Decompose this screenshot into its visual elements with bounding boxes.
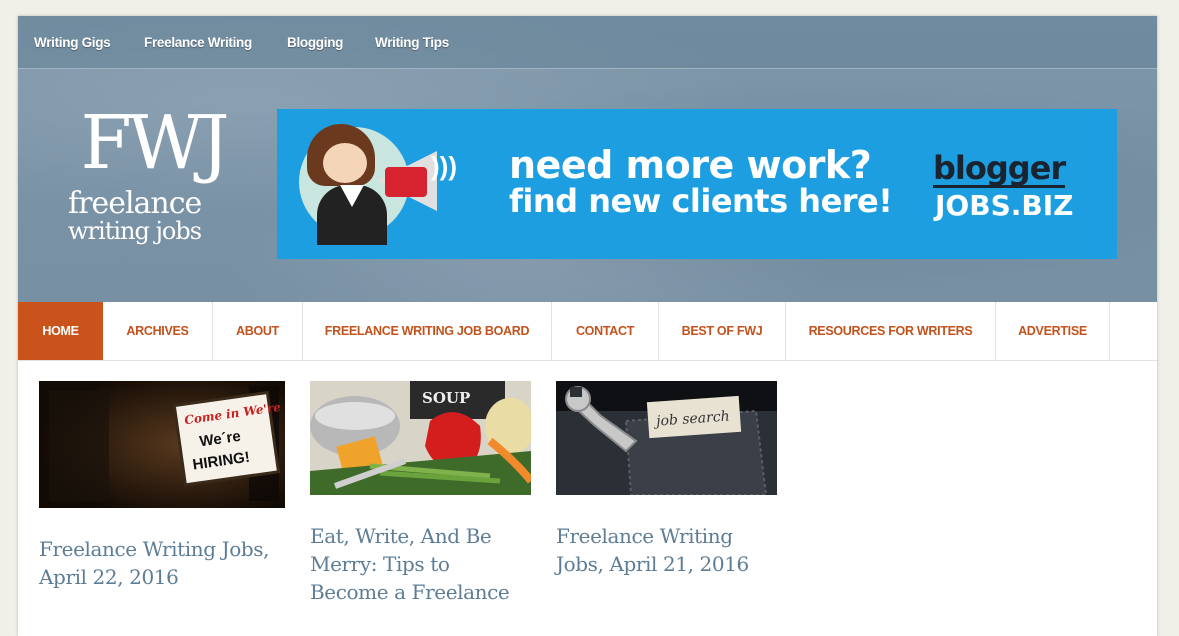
banner-woman-face: [323, 143, 367, 183]
banner-woman-collar: [340, 185, 364, 207]
post-title[interactable]: Freelance Writing Jobs, April 22, 2016: [39, 535, 289, 591]
post-title[interactable]: Freelance Writing Jobs, April 21, 2016: [556, 522, 776, 578]
site-header: Writing Gigs Freelance Writing Blogging …: [18, 16, 1157, 302]
banner-headline: need more work?: [509, 143, 872, 187]
main-navigation: HOME ARCHIVES ABOUT FREELANCE WRITING JO…: [18, 302, 1157, 361]
main-nav-advertise[interactable]: ADVERTISE: [996, 302, 1110, 360]
logo-line-2: writing jobs: [68, 217, 202, 245]
main-nav-home[interactable]: HOME: [18, 302, 103, 360]
main-nav-contact[interactable]: CONTACT: [552, 302, 659, 360]
jeans-pocket-image: job search: [556, 381, 777, 495]
top-nav-writing-tips[interactable]: Writing Tips: [375, 35, 449, 50]
main-nav-resources[interactable]: RESOURCES FOR WRITERS: [786, 302, 996, 360]
banner-brand-top: blogger: [933, 149, 1066, 188]
main-nav-job-board[interactable]: FREELANCE WRITING JOB BOARD: [303, 302, 552, 360]
logo-monogram: FWJ: [80, 100, 229, 186]
main-nav-about[interactable]: ABOUT: [213, 302, 303, 360]
sound-waves-icon: ))): [431, 151, 457, 181]
post-title[interactable]: Eat, Write, And Be Merry: Tips to Become…: [310, 522, 510, 606]
banner-subheadline: find new clients here!: [509, 182, 893, 220]
top-navigation: Writing Gigs Freelance Writing Blogging …: [18, 16, 1157, 69]
post-thumbnail[interactable]: job search: [556, 381, 777, 495]
top-nav-freelance-writing[interactable]: Freelance Writing: [144, 35, 252, 50]
top-nav-writing-gigs[interactable]: Writing Gigs: [34, 35, 111, 50]
vegetables-soup-image: SOUP: [310, 381, 531, 495]
page-container: Writing Gigs Freelance Writing Blogging …: [18, 16, 1157, 636]
hiring-sign-image: Come in We're HIRING! We´re HIRING!: [39, 381, 285, 508]
megaphone-handle: [385, 167, 427, 197]
post-thumbnail[interactable]: Come in We're HIRING! We´re HIRING!: [39, 381, 285, 508]
main-nav-archives[interactable]: ARCHIVES: [103, 302, 213, 360]
banner-brand-bottom: JOBS.BIZ: [935, 189, 1074, 222]
post-thumbnail[interactable]: SOUP: [310, 381, 531, 495]
svg-text:SOUP: SOUP: [422, 389, 470, 407]
main-nav-best-of-fwj[interactable]: BEST OF FWJ: [659, 302, 786, 360]
site-logo[interactable]: FWJ freelance writing jobs: [58, 106, 248, 256]
ad-banner[interactable]: ))) need more work? find new clients her…: [277, 109, 1117, 259]
logo-line-1: freelance: [68, 186, 202, 221]
top-nav-blogging[interactable]: Blogging: [287, 35, 343, 50]
